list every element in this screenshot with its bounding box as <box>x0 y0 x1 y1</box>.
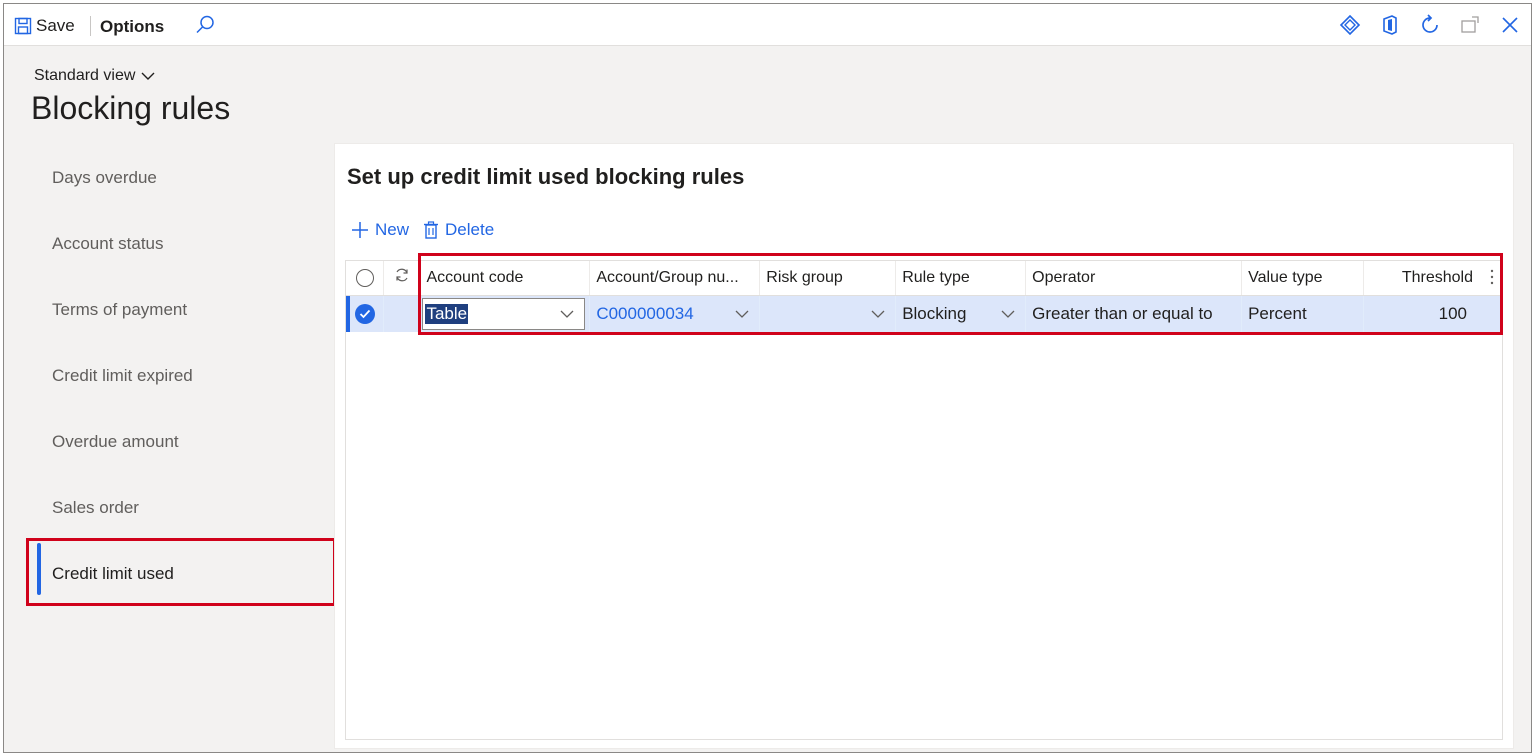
trash-icon <box>424 221 439 239</box>
delete-label: Delete <box>445 220 495 239</box>
grid-actions: New Delete <box>351 220 494 240</box>
options-button[interactable]: Options <box>100 17 164 37</box>
plus-icon <box>352 222 368 238</box>
command-bar: Save Options <box>4 4 1531 46</box>
window-controls <box>1337 12 1523 38</box>
search-icon <box>196 15 214 34</box>
view-label: Standard view <box>34 67 136 84</box>
select-all-checkbox[interactable] <box>346 261 385 296</box>
new-label: New <box>375 220 410 239</box>
sidebar-item-overdue-amount[interactable]: Overdue amount <box>52 432 179 452</box>
checkmark-icon <box>354 303 375 324</box>
open-new-window-icon[interactable] <box>1457 12 1483 38</box>
row-status-cell <box>383 295 421 332</box>
view-selector[interactable]: Standard view <box>34 67 155 85</box>
diamond-icon[interactable] <box>1337 12 1363 38</box>
panel-title: Set up credit limit used blocking rules <box>347 164 745 189</box>
office-icon[interactable] <box>1377 12 1403 38</box>
sidebar-item-terms-of-payment[interactable]: Terms of payment <box>52 300 187 320</box>
new-button[interactable]: New <box>351 220 409 240</box>
command-separator <box>90 16 91 36</box>
refresh-icon[interactable] <box>1417 12 1443 38</box>
nav-highlight-box <box>26 538 336 606</box>
close-icon[interactable] <box>1497 12 1523 38</box>
selected-row-indicator <box>346 296 350 332</box>
sidebar-item-sales-order[interactable]: Sales order <box>52 498 139 518</box>
grid-highlight-box <box>418 253 1503 335</box>
main-panel: Set up credit limit used blocking rules … <box>334 143 1514 749</box>
page-title: Blocking rules <box>31 90 231 126</box>
row-select-checkbox[interactable] <box>346 295 385 332</box>
radio-icon <box>355 268 374 287</box>
chevron-down-icon <box>141 72 155 80</box>
sidebar-item-account-status[interactable]: Account status <box>52 234 164 254</box>
sidebar-item-days-overdue[interactable]: Days overdue <box>52 168 157 188</box>
save-button[interactable]: Save <box>14 14 75 38</box>
sync-icon <box>396 268 408 282</box>
save-icon <box>14 17 32 35</box>
sidebar-item-credit-limit-expired[interactable]: Credit limit expired <box>52 366 193 386</box>
search-button[interactable] <box>194 14 216 41</box>
grid-refresh-button[interactable] <box>383 261 421 296</box>
delete-button[interactable]: Delete <box>423 220 494 240</box>
save-label: Save <box>36 16 75 35</box>
